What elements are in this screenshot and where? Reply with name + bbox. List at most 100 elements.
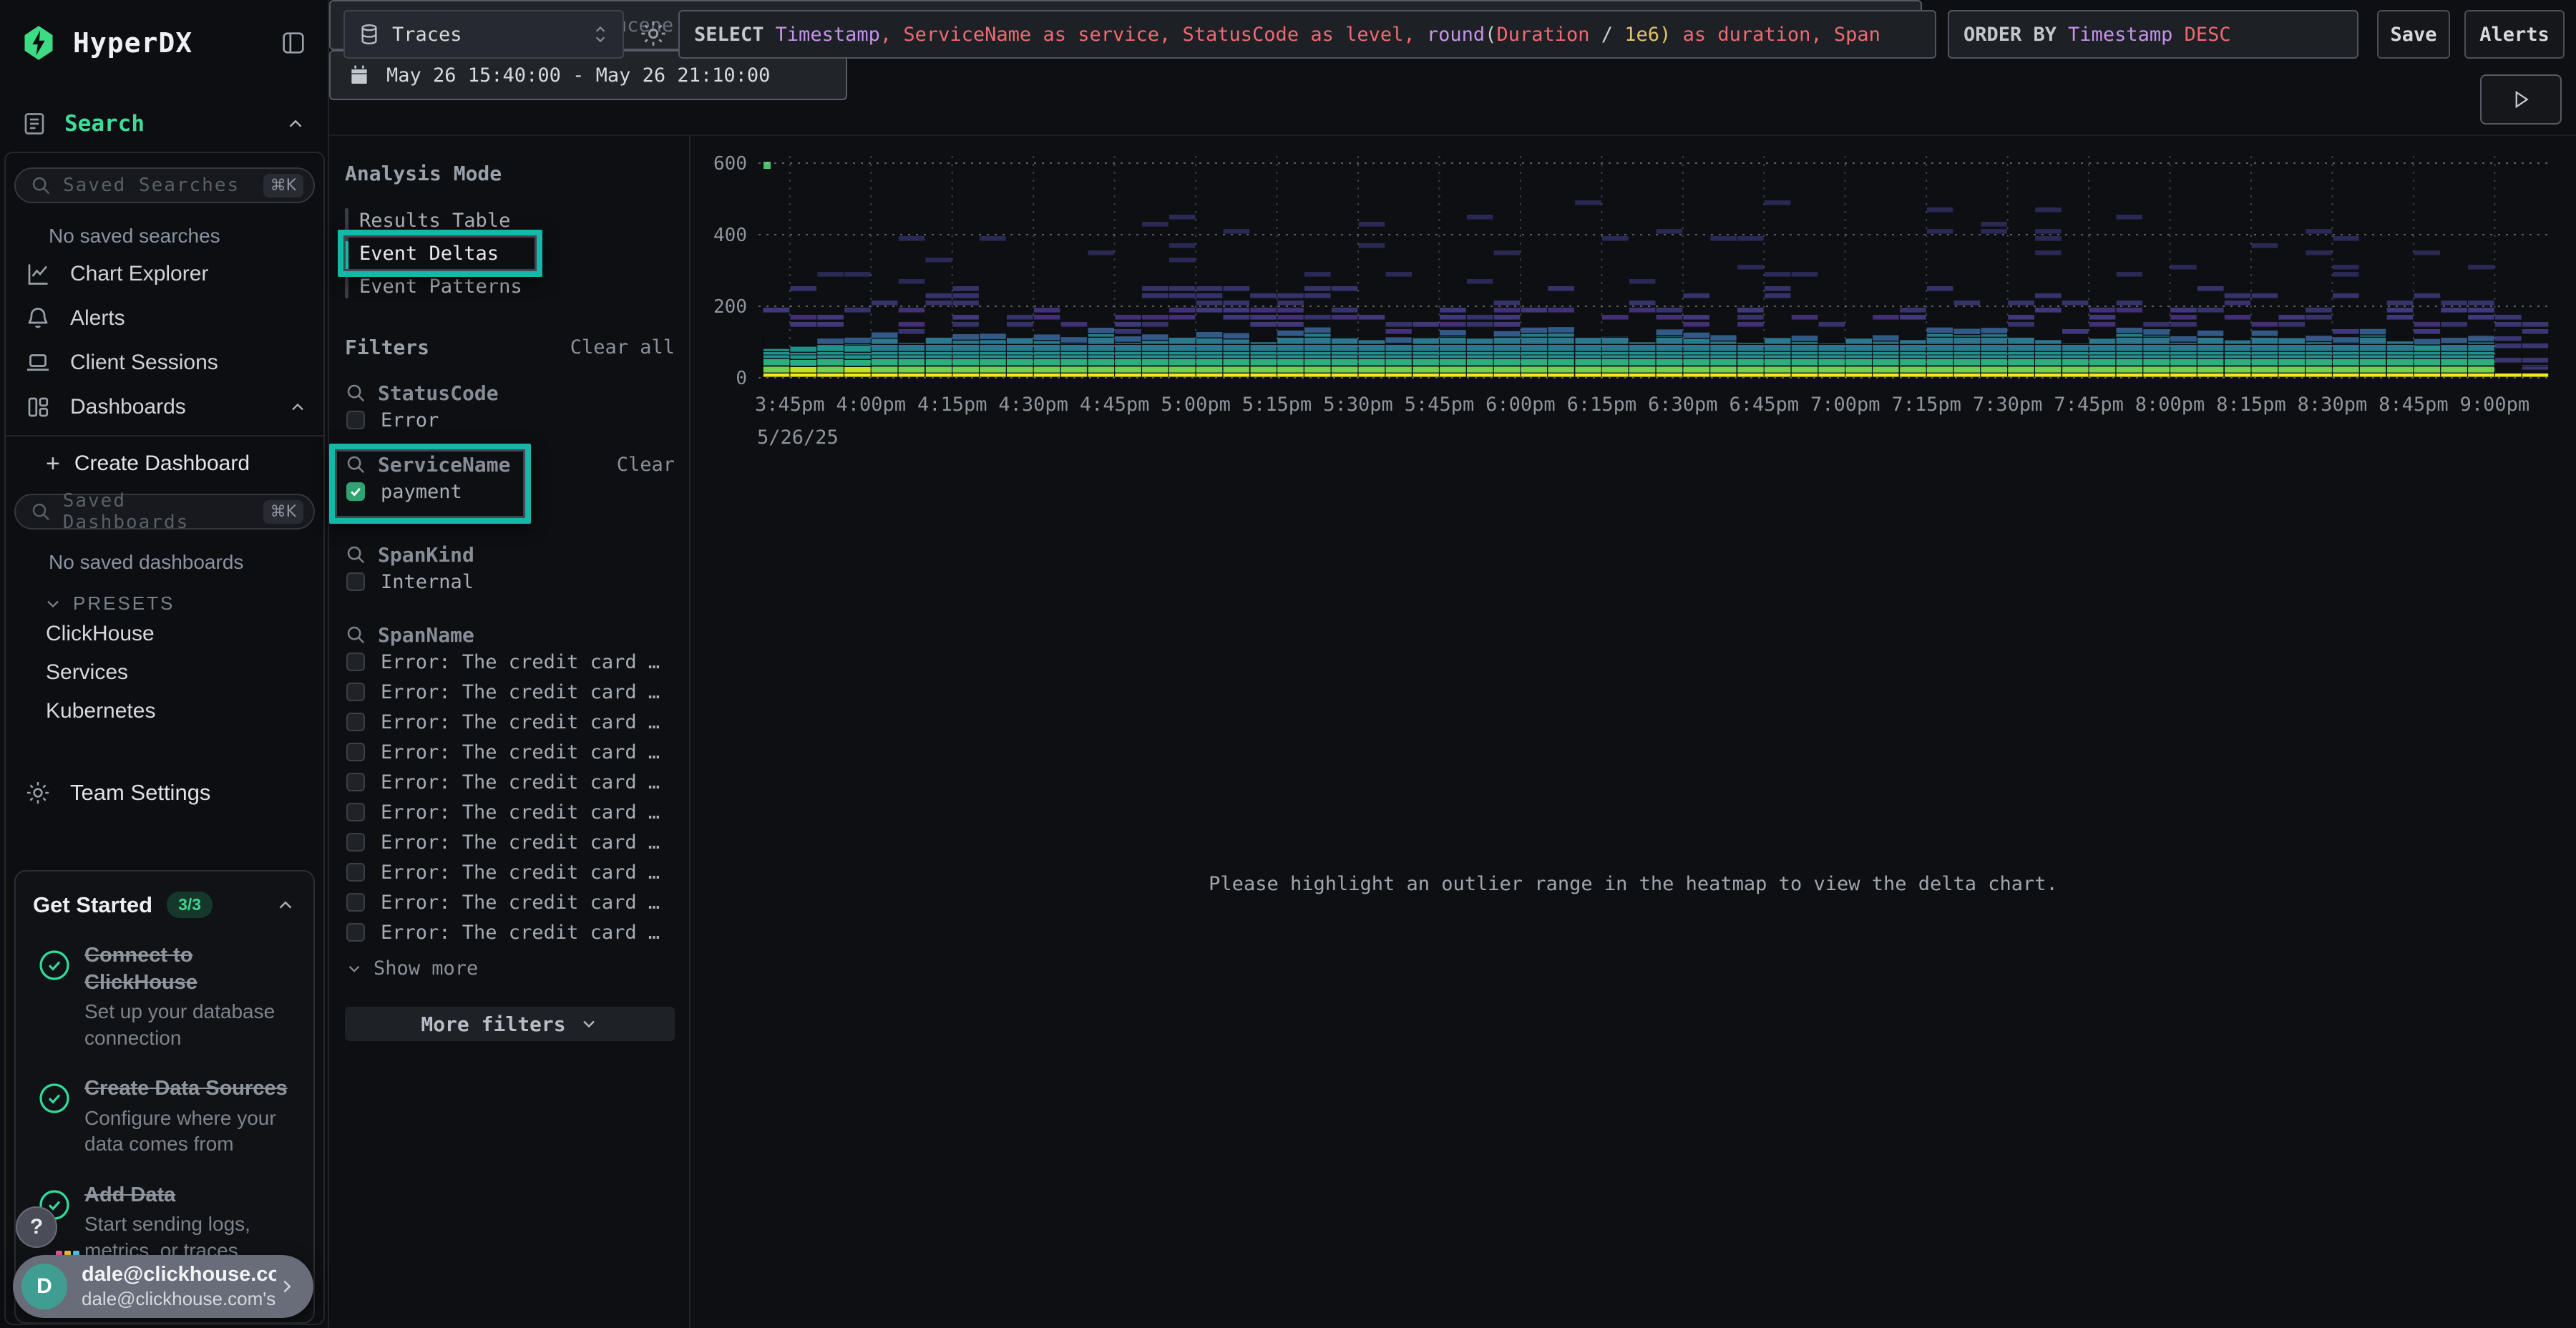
svg-text:6:00pm: 6:00pm [1485,394,1556,416]
filter-option[interactable]: Error: The credit card … [345,707,675,737]
search-icon [30,501,52,522]
help-question-mark: ? [30,1215,43,1239]
clear-filter-button[interactable]: Clear [617,454,675,476]
filter-group-label: SpanKind [378,543,474,567]
dashboard-icon [24,394,52,420]
clear-all-button[interactable]: Clear all [570,336,675,358]
checkbox-unchecked[interactable] [346,833,365,851]
chevron-down-icon [579,1014,599,1034]
checkbox-unchecked[interactable] [346,893,365,912]
create-dashboard-button[interactable]: + Create Dashboard [14,444,315,484]
show-more-button[interactable]: Show more [345,957,675,980]
sidebar-collapse-icon[interactable] [279,29,308,57]
filter-option-label: payment [381,481,462,503]
checkbox-checked[interactable] [346,482,365,501]
search-icon[interactable] [345,454,366,475]
get-started-item-connect[interactable]: Connect to ClickHouse Set up your databa… [33,942,296,1051]
filter-group-label: SpanName [378,623,474,647]
duration-heatmap[interactable]: 3:45pm4:00pm4:15pm4:30pm4:45pm5:00pm5:15… [691,136,2576,601]
checkbox-unchecked[interactable] [346,803,365,821]
sidebar-item-search[interactable]: Search [0,100,328,147]
checkbox-unchecked[interactable] [346,713,365,731]
preset-services[interactable]: Services [14,653,315,692]
filter-option[interactable]: payment [345,477,675,507]
more-filters-button[interactable]: More filters [345,1007,675,1041]
svg-text:7:00pm: 7:00pm [1810,394,1880,416]
svg-text:4:00pm: 4:00pm [836,394,906,416]
checkbox-unchecked[interactable] [346,923,365,942]
filter-option[interactable]: Error: The credit card … [345,917,675,947]
checkbox-unchecked[interactable] [346,683,365,701]
time-range-value: May 26 15:40:00 - May 26 21:10:00 [386,64,770,87]
filter-option[interactable]: Error: The credit card … [345,647,675,677]
checkbox-unchecked[interactable] [346,653,365,671]
filter-option[interactable]: Internal [345,567,675,597]
filter-option[interactable]: Error: The credit card … [345,857,675,887]
select-clause-input[interactable]: SELECT Timestamp, ServiceName as service… [678,10,1936,59]
filter-option[interactable]: Error: The credit card … [345,677,675,707]
preset-clickhouse[interactable]: ClickHouse [14,615,315,653]
hyperdx-logo-icon [20,24,57,62]
checkbox-unchecked[interactable] [346,773,365,791]
filter-option[interactable]: Error: The credit card … [345,737,675,767]
help-button[interactable]: ? [16,1206,57,1248]
search-icon[interactable] [345,624,366,645]
source-select[interactable]: Traces [343,10,624,59]
svg-text:4:15pm: 4:15pm [917,394,987,416]
chevron-up-icon[interactable] [275,894,296,916]
tab-event-patterns[interactable]: Event Patterns [359,270,675,303]
filter-option-label: Error: The credit card … [381,922,660,944]
filter-option[interactable]: Error: The credit card … [345,797,675,827]
sidebar-item-alerts[interactable]: Alerts [14,296,315,341]
tour-highlight-event-deltas: Event Deltas [359,237,675,270]
select-keyword: SELECT [694,24,764,46]
sidebar-item-team-settings[interactable]: Team Settings [14,771,315,815]
get-started-item-sources[interactable]: Create Data Sources Configure where your… [33,1075,296,1157]
chevron-up-icon[interactable] [285,113,306,135]
tab-event-deltas[interactable]: Event Deltas [359,237,675,270]
user-menu[interactable]: D dale@clickhouse.com dale@clickhouse.co… [13,1255,313,1318]
sidebar-item-dashboards[interactable]: Dashboards [14,385,315,429]
filter-option-label: Error: The credit card … [381,861,660,884]
nav-label: Alerts [70,306,125,331]
alerts-button[interactable]: Alerts [2464,10,2565,59]
chevron-up-icon[interactable] [288,397,308,417]
get-started-title: Get Started [33,892,152,918]
filter-option[interactable]: Error: The credit card … [345,767,675,797]
check-circle-icon [37,1081,72,1115]
filter-option-label: Error [381,409,439,431]
sidebar-item-chart-explorer[interactable]: Chart Explorer [14,252,315,296]
filter-option[interactable]: Error [345,405,675,435]
search-icon[interactable] [345,382,366,404]
run-query-button[interactable] [2480,74,2562,125]
saved-dashboards-input[interactable]: Saved Dashboards ⌘K [14,494,315,529]
search-icon[interactable] [345,544,366,565]
filter-group-servicename: ServiceName Clear payment [345,452,675,507]
svg-text:7:30pm: 7:30pm [1973,394,2043,416]
preset-kubernetes[interactable]: Kubernetes [14,692,315,731]
checkbox-unchecked[interactable] [346,411,365,429]
presets-toggle[interactable]: PRESETS [43,592,315,615]
source-select-value: Traces [392,24,462,46]
chevron-down-icon [345,960,364,978]
checkbox-unchecked[interactable] [346,863,365,882]
filter-options: payment [345,477,675,507]
filter-option[interactable]: Error: The credit card … [345,887,675,917]
analysis-mode-tabs: Results Table Event Deltas Event Pattern… [345,204,675,303]
get-started-header[interactable]: Get Started 3/3 [33,892,296,918]
order-by-input[interactable]: ORDER BY Timestamp DESC [1948,10,2358,59]
saved-searches-input[interactable]: Saved Searches ⌘K [14,167,315,203]
filter-options: Internal [345,567,675,597]
checkbox-unchecked[interactable] [346,572,365,591]
sidebar-item-client-sessions[interactable]: Client Sessions [14,341,315,385]
source-settings-button[interactable] [638,19,668,49]
order-by-keyword: ORDER BY [1963,24,2057,46]
svg-text:7:15pm: 7:15pm [1891,394,1961,416]
svg-text:8:15pm: 8:15pm [2216,394,2286,416]
filter-options: Error [345,405,675,435]
tab-results-table[interactable]: Results Table [359,204,675,237]
checkbox-unchecked[interactable] [346,743,365,761]
filter-option[interactable]: Error: The credit card … [345,827,675,857]
save-button[interactable]: Save [2377,10,2450,59]
analysis-mode-label: Analysis Mode [345,162,675,185]
